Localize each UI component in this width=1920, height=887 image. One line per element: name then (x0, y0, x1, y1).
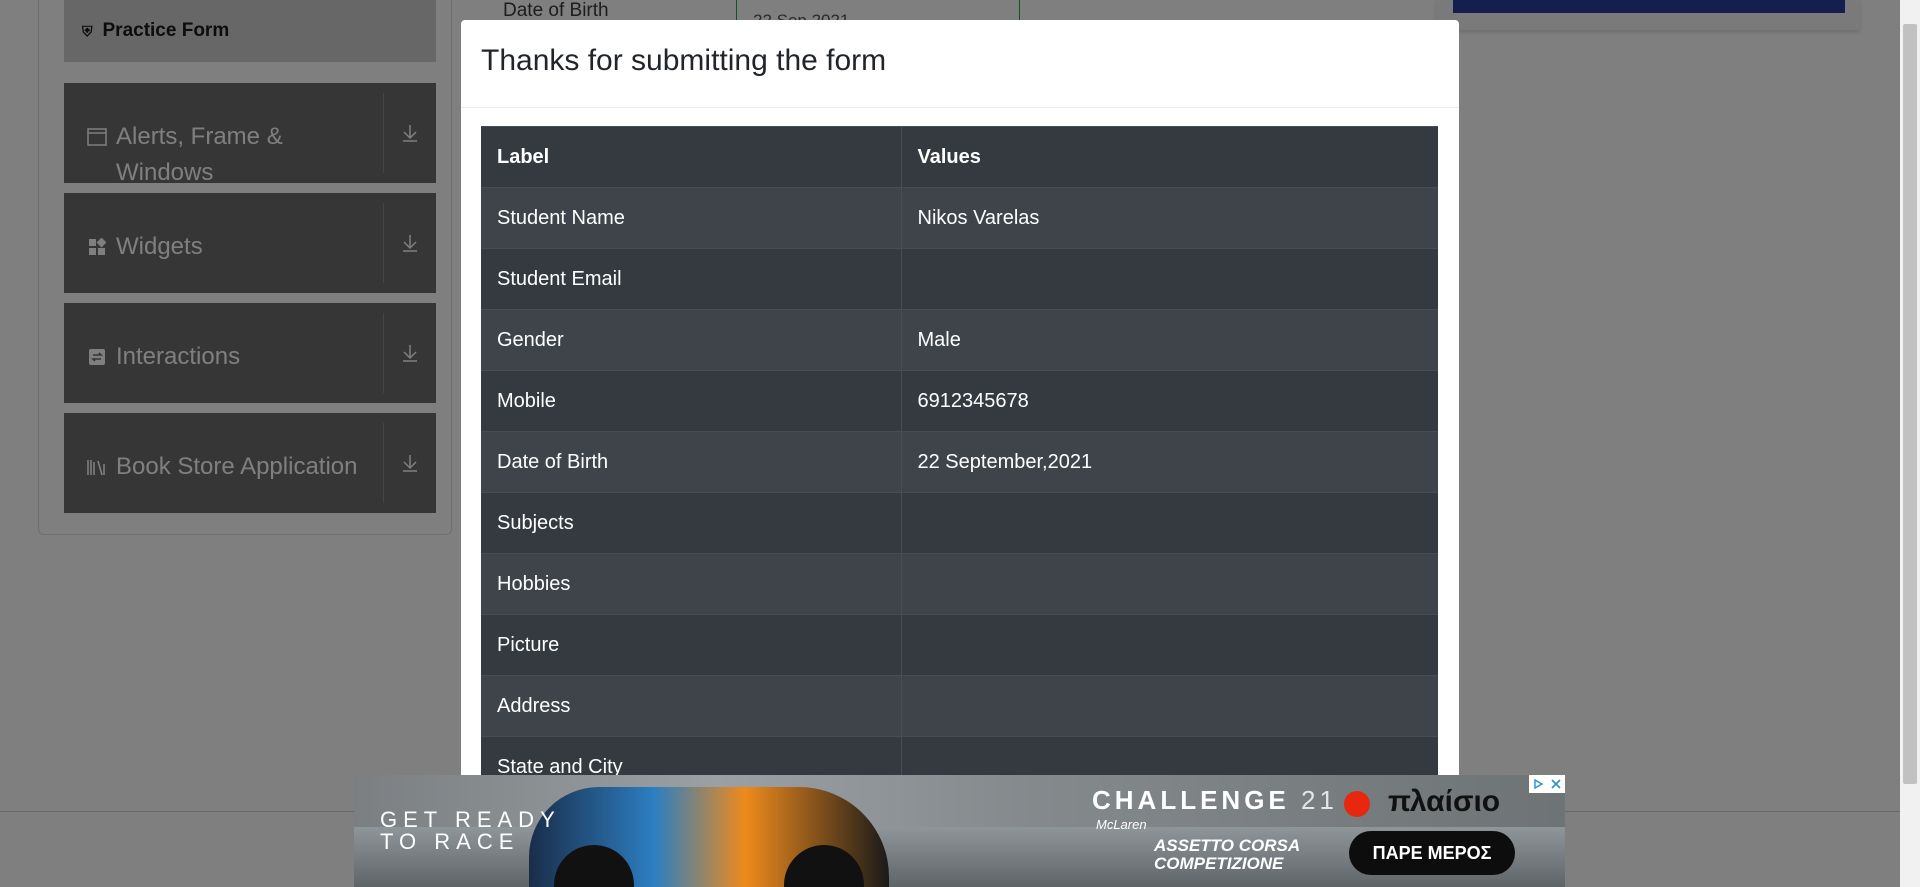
table-row: Mobile 6912345678 (481, 370, 1438, 432)
ad-assetto-line1: ASSETTO CORSA (1154, 836, 1301, 855)
modal-title: Thanks for submitting the form (481, 44, 887, 77)
ad-tagline-line2: TO RACE (380, 829, 520, 854)
record-dot-icon (1344, 791, 1370, 817)
ad-assetto-logo: ASSETTO CORSA COMPETIZIONE (1154, 837, 1300, 873)
row-value: Nikos Varelas (901, 187, 1438, 249)
ad-challenge-text: CHALLENGE (1092, 785, 1290, 815)
table-row: Student Name Nikos Varelas (481, 187, 1438, 249)
ad-mclaren-logo: McLaren (1096, 817, 1147, 832)
table-row: Date of Birth 22 September,2021 (481, 431, 1438, 493)
row-label: Mobile (481, 370, 902, 432)
close-icon[interactable] (1547, 775, 1565, 793)
row-label: Gender (481, 309, 902, 371)
row-value: 6912345678 (901, 370, 1438, 432)
table-row: Hobbies (481, 553, 1438, 615)
row-value: Male (901, 309, 1438, 371)
ad-banner[interactable]: GET READY TO RACE CHALLENGE 21 πλαίσιο M… (354, 775, 1565, 887)
table-row: Picture (481, 614, 1438, 676)
row-value: 22 September,2021 (901, 431, 1438, 493)
table-row: Subjects (481, 492, 1438, 554)
table-row: Student Email (481, 248, 1438, 310)
adchoices-icon[interactable] (1529, 775, 1547, 793)
row-label: Hobbies (481, 553, 902, 615)
row-label: Student Email (481, 248, 902, 310)
row-label: Subjects (481, 492, 902, 554)
modal-header: Thanks for submitting the form (461, 20, 1459, 108)
scrollbar-thumb[interactable] (1903, 24, 1917, 784)
row-label: Student Name (481, 187, 902, 249)
ad-tagline-line1: GET READY (380, 807, 561, 832)
column-header-values: Values (901, 126, 1438, 188)
ad-choices[interactable] (1529, 775, 1565, 793)
row-value (901, 492, 1438, 554)
ad-assetto-line2: COMPETIZIONE (1154, 854, 1284, 873)
row-label: Picture (481, 614, 902, 676)
ad-challenge-number: 21 (1301, 785, 1338, 815)
table-row: Gender Male (481, 309, 1438, 371)
row-label: Date of Birth (481, 431, 902, 493)
row-label: Address (481, 675, 902, 737)
row-value (901, 614, 1438, 676)
ad-challenge-title: CHALLENGE 21 (1092, 785, 1338, 816)
column-header-label: Label (481, 126, 902, 188)
submission-modal: Thanks for submitting the form Label Val… (461, 20, 1459, 880)
table-row: Address (481, 675, 1438, 737)
row-value (901, 553, 1438, 615)
results-table-wrapper: Label Values Student Name Nikos Varelas … (481, 126, 1438, 798)
ad-cta-button[interactable]: ΠΑΡΕ ΜΕΡΟΣ (1349, 831, 1515, 875)
table-header-row: Label Values (481, 126, 1438, 188)
row-value (901, 248, 1438, 310)
row-value (901, 675, 1438, 737)
results-table: Label Values Student Name Nikos Varelas … (481, 126, 1438, 798)
ad-tagline: GET READY TO RACE (380, 809, 561, 853)
ad-brand-logo: πλαίσιο (1388, 785, 1501, 818)
